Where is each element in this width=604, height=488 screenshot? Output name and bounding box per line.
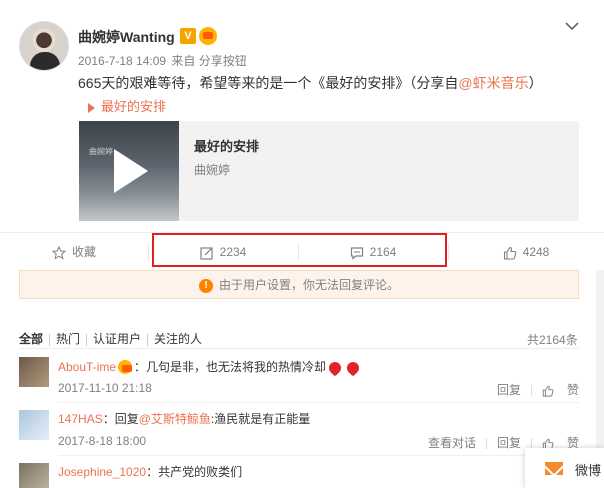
tab-hot[interactable]: 热门 bbox=[56, 332, 80, 346]
tab-all[interactable]: 全部 bbox=[19, 332, 43, 346]
tab-verified[interactable]: 认证用户 bbox=[93, 332, 141, 346]
avatar[interactable] bbox=[19, 21, 69, 71]
commenter-avatar[interactable] bbox=[19, 357, 49, 387]
comment-body: ：共产党的败类们 bbox=[146, 465, 243, 479]
heart-icon bbox=[326, 359, 344, 377]
verified-icon: V bbox=[180, 28, 196, 44]
comment-body: :渔民就是有正能量 bbox=[210, 412, 311, 426]
highlight-box bbox=[152, 233, 447, 267]
comment-text: AbouT-ime ：几句是非，也无法将我的热情冷却 bbox=[58, 357, 362, 377]
mention-link[interactable]: @虾米音乐 bbox=[458, 75, 528, 91]
comment-tabs: 全部 热门 认证用户 关注的人 bbox=[19, 330, 208, 347]
commenter-name[interactable]: AbouT-ime bbox=[58, 360, 116, 374]
post-source: 来自 分享按钮 bbox=[171, 54, 247, 68]
weibo-post-card: 曲婉婷Wanting V 2016-7-18 14:09 来自 分享按钮 665… bbox=[0, 0, 604, 488]
favorite-label: 收藏 bbox=[71, 245, 96, 259]
music-title[interactable]: 最好的安排 bbox=[194, 136, 259, 155]
comment-time: 2017-8-18 18:00 bbox=[58, 434, 147, 448]
comment-body: ：几句是非，也无法将我的热情冷却 bbox=[134, 360, 327, 374]
like-button[interactable]: 4248 bbox=[448, 233, 604, 271]
mail-icon bbox=[545, 462, 563, 475]
thumbs-up-icon bbox=[542, 385, 554, 397]
post-timestamp[interactable]: 2016-7-18 14:09 bbox=[78, 54, 166, 68]
post-username[interactable]: 曲婉婷Wanting bbox=[78, 27, 175, 47]
commenter-avatar[interactable] bbox=[19, 410, 49, 440]
commenter-name[interactable]: Josephine_1020 bbox=[58, 465, 146, 479]
comment-item: AbouT-ime ：几句是非，也无法将我的热情冷却 2017-11-10 21:… bbox=[19, 357, 579, 397]
play-icon[interactable] bbox=[114, 149, 148, 193]
comment-item: 147HAS：回复@艾斯特鲸鱼:渔民就是有正能量 2017-8-18 18:00… bbox=[19, 410, 579, 450]
comment-text: 147HAS：回复@艾斯特鲸鱼:渔民就是有正能量 bbox=[58, 410, 310, 427]
post-text: 665天的艰难等待，希望等来的是一个《最好的安排》（分享自@虾米音乐） bbox=[78, 73, 543, 93]
notice-text: 由于用户设置，你无法回复评论。 bbox=[218, 278, 399, 292]
reply-button[interactable]: 回复 bbox=[497, 383, 521, 397]
like-label: 赞 bbox=[566, 383, 579, 397]
comment-like-button[interactable]: 赞 bbox=[542, 383, 579, 397]
warning-icon: ! bbox=[198, 278, 213, 293]
favorite-button[interactable]: 收藏 bbox=[0, 233, 148, 271]
comment-text: Josephine_1020：共产党的败类们 bbox=[58, 463, 242, 480]
song-link-label: 最好的安排 bbox=[101, 99, 167, 114]
weibo-chat-float[interactable]: 微博 bbox=[525, 448, 604, 488]
comment-total: 共2164条 bbox=[527, 333, 578, 347]
commenter-avatar[interactable] bbox=[19, 463, 49, 488]
reply-button[interactable]: 回复 bbox=[497, 436, 521, 450]
view-conversation-button[interactable]: 查看对话 bbox=[428, 436, 476, 450]
song-link[interactable]: 最好的安排 bbox=[88, 96, 166, 115]
star-icon bbox=[51, 245, 67, 260]
chevron-down-icon[interactable] bbox=[564, 18, 580, 34]
comment-item: Josephine_1020：共产党的败类们 bbox=[19, 463, 579, 488]
tab-following[interactable]: 关注的人 bbox=[154, 332, 202, 346]
comment-reply-prefix: ：回复 bbox=[102, 412, 139, 426]
member-crown-icon bbox=[199, 27, 217, 45]
play-triangle-icon bbox=[88, 102, 95, 113]
music-card[interactable]: 曲婉婷 最好的安排 曲婉婷 bbox=[79, 121, 579, 221]
like-count: 4248 bbox=[522, 245, 550, 259]
cover-text: 曲婉婷 bbox=[89, 147, 113, 156]
music-artist: 曲婉婷 bbox=[194, 163, 231, 177]
member-crown-icon bbox=[118, 360, 133, 374]
heart-icon bbox=[344, 359, 362, 377]
reply-disabled-notice: ! 由于用户设置，你无法回复评论。 bbox=[19, 270, 579, 299]
post-body-end: ） bbox=[528, 75, 543, 91]
commenter-name[interactable]: 147HAS bbox=[58, 412, 103, 426]
album-cover[interactable]: 曲婉婷 bbox=[79, 121, 179, 221]
comment-time: 2017-11-10 21:18 bbox=[58, 381, 152, 395]
thumbs-up-icon bbox=[503, 246, 516, 260]
comment-actions: 回复 赞 bbox=[487, 381, 579, 398]
post-meta: 2016-7-18 14:09 来自 分享按钮 bbox=[78, 52, 249, 69]
post-body: 665天的艰难等待，希望等来的是一个《最好的安排》（分享自 bbox=[78, 75, 459, 91]
mention-link[interactable]: @艾斯特鲸鱼 bbox=[139, 412, 211, 426]
chat-label: 微博 bbox=[575, 463, 602, 478]
